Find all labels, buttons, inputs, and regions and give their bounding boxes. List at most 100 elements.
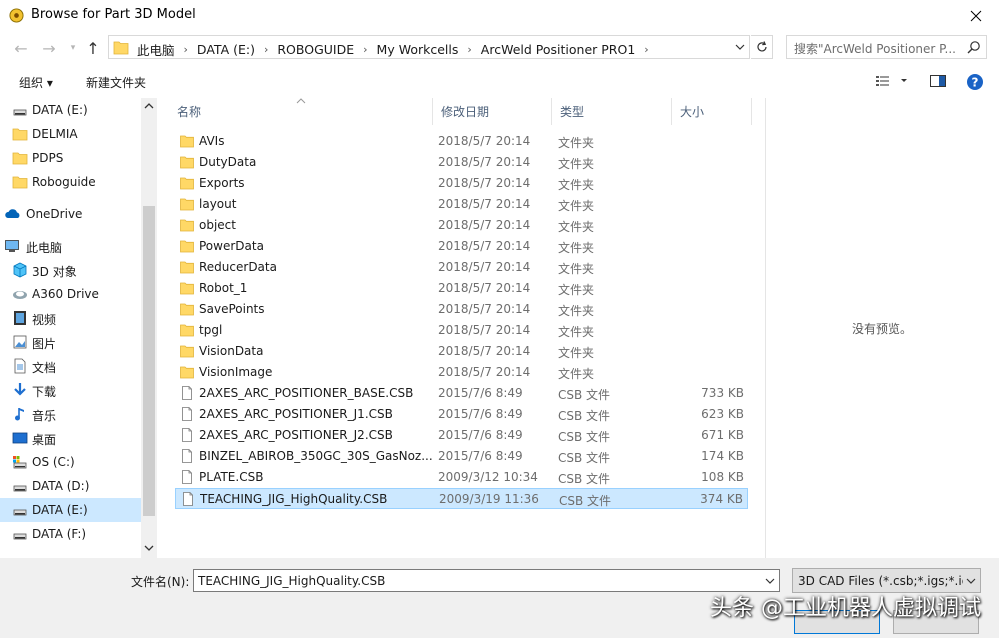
file-row[interactable]: SavePoints 2018/5/7 20:14 文件夹 [175, 299, 748, 320]
sidebar-item-label: 视频 [32, 313, 57, 327]
sidebar-item-pdps[interactable]: PDPS [0, 146, 141, 170]
preview-divider[interactable] [765, 98, 766, 558]
chevron-down-icon[interactable] [765, 576, 775, 586]
file-icon [180, 407, 194, 421]
search-input[interactable]: 搜索"ArcWeld Positioner P... [786, 35, 987, 59]
breadcrumb-item[interactable]: ArcWeld Positioner PRO1 [481, 42, 635, 57]
file-type: 文件夹 [558, 325, 595, 339]
chevron-right-icon[interactable]: › [467, 43, 471, 56]
sidebar-item-data-d[interactable]: DATA (D:) [0, 474, 141, 498]
file-size: 671 KB [701, 428, 744, 442]
scroll-up-icon[interactable] [144, 102, 154, 110]
file-row[interactable]: Exports 2018/5/7 20:14 文件夹 [175, 173, 748, 194]
sidebar-item-videos[interactable]: 视频 [0, 306, 141, 330]
chevron-down-icon: ▾ [70, 43, 76, 53]
recent-locations-button[interactable]: ▾ [62, 37, 84, 59]
sidebar-item-label: DELMIA [32, 127, 78, 141]
file-row[interactable]: PLATE.CSB 2009/3/12 10:34 CSB 文件 108 KB [175, 467, 748, 488]
sidebar-item-os-c[interactable]: OS (C:) [0, 450, 141, 474]
file-type: 文件夹 [558, 178, 595, 192]
file-type: 文件夹 [558, 241, 595, 255]
sidebar-item-data-f[interactable]: DATA (F:) [0, 522, 141, 546]
sidebar-item-music[interactable]: 音乐 [0, 402, 141, 426]
file-row[interactable]: VisionData 2018/5/7 20:14 文件夹 [175, 341, 748, 362]
sidebar-item-delmia[interactable]: DELMIA [0, 122, 141, 146]
sidebar-item-documents[interactable]: 文档 [0, 354, 141, 378]
window-title: Browse for Part 3D Model [31, 7, 196, 22]
sidebar-item-downloads[interactable]: 下载 [0, 378, 141, 402]
breadcrumb-item[interactable]: ROBOGUIDE [277, 42, 354, 57]
chevron-right-icon[interactable]: › [264, 43, 268, 56]
up-button[interactable]: ↑ [82, 37, 104, 59]
file-name: AVIs [199, 134, 225, 148]
file-date: 2018/5/7 20:14 [438, 134, 531, 148]
file-row[interactable]: DutyData 2018/5/7 20:14 文件夹 [175, 152, 748, 173]
file-row[interactable]: object 2018/5/7 20:14 文件夹 [175, 215, 748, 236]
file-row[interactable]: layout 2018/5/7 20:14 文件夹 [175, 194, 748, 215]
refresh-button[interactable] [751, 35, 773, 59]
file-row[interactable]: BINZEL_ABIROB_350GC_30S_GasNoz... 2015/7/… [175, 446, 748, 467]
column-header-size[interactable]: 大小 [672, 98, 752, 125]
column-header-date[interactable]: 修改日期 [433, 98, 552, 125]
file-row[interactable]: tpgl 2018/5/7 20:14 文件夹 [175, 320, 748, 341]
chevron-right-icon[interactable]: › [363, 43, 367, 56]
file-date: 2018/5/7 20:14 [438, 365, 531, 379]
breadcrumb-item[interactable]: DATA (E:) [197, 42, 255, 57]
breadcrumb-item[interactable]: 此电脑 [137, 40, 175, 59]
chevron-right-icon[interactable]: › [644, 43, 648, 56]
dialog-footer: 文件名(N): TEACHING_JIG_HighQuality.CSB 3D … [0, 558, 999, 638]
sidebar-item-label: 文档 [32, 361, 57, 375]
sidebar-item-roboguide[interactable]: Roboguide [0, 170, 141, 194]
file-row[interactable]: PowerData 2018/5/7 20:14 文件夹 [175, 236, 748, 257]
scroll-down-icon[interactable] [144, 544, 154, 552]
address-field[interactable]: 此电脑 › DATA (E:) › ROBOGUIDE › My Workcel… [108, 35, 750, 59]
file-row[interactable]: TEACHING_JIG_HighQuality.CSB 2009/3/19 11… [175, 488, 748, 509]
column-header-type[interactable]: 类型 [552, 98, 672, 125]
organize-button[interactable]: 组织 ▾ [19, 74, 53, 91]
filename-input[interactable]: TEACHING_JIG_HighQuality.CSB [193, 569, 780, 592]
back-button[interactable]: ← [10, 37, 32, 59]
chevron-right-icon[interactable]: › [184, 43, 188, 56]
close-button[interactable] [953, 0, 999, 31]
scrollbar-thumb[interactable] [143, 206, 155, 516]
file-row[interactable]: AVIs 2018/5/7 20:14 文件夹 [175, 131, 748, 152]
file-name: 2AXES_ARC_POSITIONER_BASE.CSB [199, 386, 414, 400]
pictures-icon [12, 334, 28, 350]
app-icon [9, 8, 24, 23]
sidebar-item-pictures[interactable]: 图片 [0, 330, 141, 354]
file-row[interactable]: ReducerData 2018/5/7 20:14 文件夹 [175, 257, 748, 278]
breadcrumb-item[interactable]: My Workcells [377, 42, 459, 57]
file-row[interactable]: VisionImage 2018/5/7 20:14 文件夹 [175, 362, 748, 383]
sidebar-item-data-e-2[interactable]: DATA (E:) [0, 498, 141, 522]
forward-button[interactable]: → [38, 37, 60, 59]
sidebar-item-onedrive[interactable]: OneDrive [0, 202, 141, 226]
file-icon [180, 386, 194, 400]
file-name: layout [199, 197, 237, 211]
new-folder-button[interactable]: 新建文件夹 [86, 74, 146, 91]
view-details-icon [876, 76, 907, 86]
view-options-button[interactable] [875, 73, 909, 92]
file-row[interactable]: 2AXES_ARC_POSITIONER_J1.CSB 2015/7/6 8:49… [175, 404, 748, 425]
folder-icon [180, 281, 194, 295]
drive-icon [12, 102, 28, 118]
chevron-down-icon[interactable] [735, 42, 745, 52]
file-date: 2015/7/6 8:49 [438, 449, 523, 463]
file-row[interactable]: 2AXES_ARC_POSITIONER_J2.CSB 2015/7/6 8:49… [175, 425, 748, 446]
sidebar-item-3d-objects[interactable]: 3D 对象 [0, 258, 141, 282]
file-name: 2AXES_ARC_POSITIONER_J1.CSB [199, 407, 393, 421]
column-header-name[interactable]: 名称 [169, 98, 433, 125]
file-icon [180, 428, 194, 442]
sidebar-item-data-e[interactable]: DATA (E:) [0, 98, 141, 122]
sidebar-item-label: A360 Drive [32, 287, 99, 301]
file-type: CSB 文件 [558, 409, 611, 423]
sidebar-item-a360-drive[interactable]: A360 Drive [0, 282, 141, 306]
search-placeholder: 搜索"ArcWeld Positioner P... [794, 42, 956, 56]
sidebar-item-this-pc[interactable]: 此电脑 [0, 234, 141, 258]
file-name: VisionData [199, 344, 264, 358]
preview-pane-button[interactable] [929, 73, 947, 92]
help-button[interactable]: ? [966, 73, 984, 94]
sidebar-item-desktop[interactable]: 桌面 [0, 426, 141, 450]
file-row[interactable]: Robot_1 2018/5/7 20:14 文件夹 [175, 278, 748, 299]
file-row[interactable]: 2AXES_ARC_POSITIONER_BASE.CSB 2015/7/6 8:… [175, 383, 748, 404]
navigation-scrollbar[interactable] [141, 98, 157, 558]
